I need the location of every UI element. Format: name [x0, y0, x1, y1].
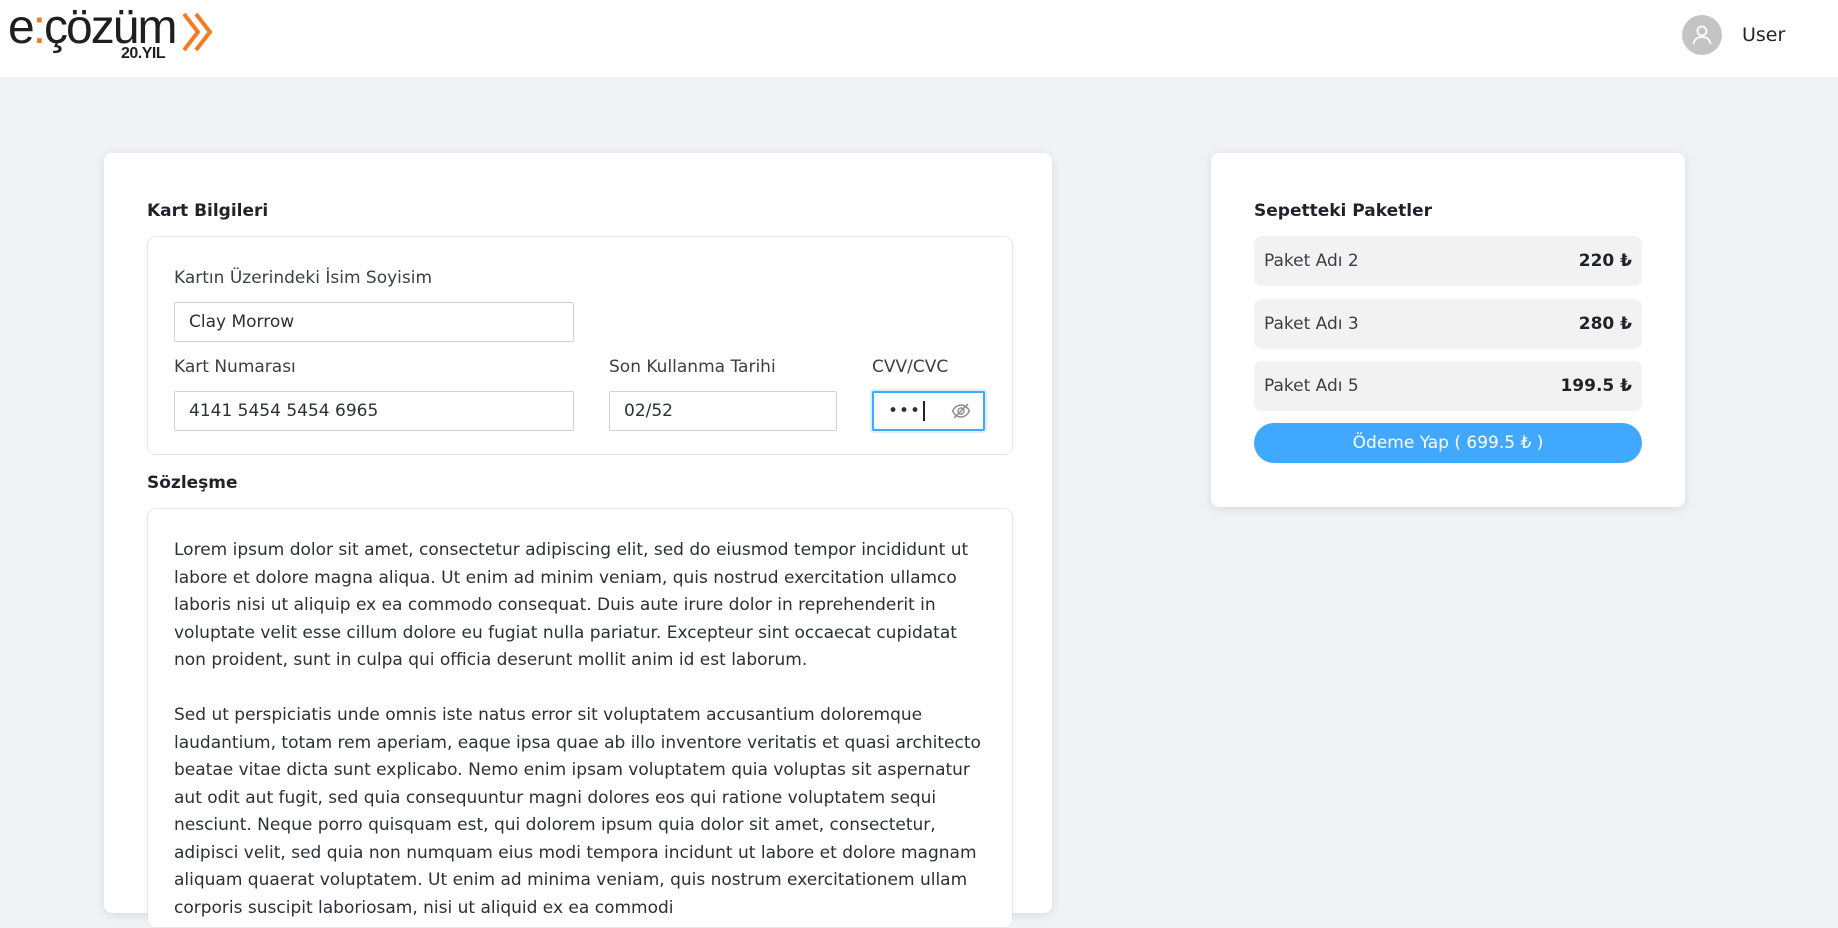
cardholder-name-value: Clay Morrow	[189, 312, 295, 332]
agreement-text: Lorem ipsum dolor sit amet, consectetur …	[174, 537, 994, 927]
cvv-masked-value: •••	[888, 401, 922, 421]
package-price: 280 ₺	[1578, 314, 1632, 334]
agreement-paragraph: Sed ut perspiciatis unde omnis iste natu…	[174, 705, 981, 918]
card-info-box: Kartın Üzerindeki İsim Soyisim Clay Morr…	[147, 236, 1013, 455]
agreement-paragraph: Lorem ipsum dolor sit amet, consectetur …	[174, 540, 969, 670]
pay-button[interactable]: Ödeme Yap ( 699.5 ₺ )	[1254, 423, 1642, 463]
user-menu[interactable]: User	[1682, 15, 1785, 55]
card-number-input[interactable]: 4141 5454 5454 6965	[174, 391, 574, 431]
cart-title: Sepetteki Paketler	[1254, 201, 1433, 221]
package-price: 220 ₺	[1578, 251, 1632, 271]
chevrons-right-icon	[182, 12, 213, 52]
agreement-title: Sözleşme	[147, 473, 238, 493]
cardholder-name-input[interactable]: Clay Morrow	[174, 302, 574, 342]
cart-package-item: Paket Adı 5 199.5 ₺	[1254, 361, 1642, 411]
card-number-value: 4141 5454 5454 6965	[189, 401, 379, 421]
avatar[interactable]	[1682, 15, 1722, 55]
card-number-label: Kart Numarası	[174, 357, 296, 377]
user-name[interactable]: User	[1742, 24, 1785, 46]
user-icon	[1692, 25, 1712, 45]
cvv-label: CVV/CVC	[872, 357, 949, 377]
expiry-date-value: 02/52	[624, 401, 673, 421]
card-info-title: Kart Bilgileri	[147, 201, 269, 221]
expiry-date-label: Son Kullanma Tarihi	[609, 357, 776, 377]
eye-off-icon[interactable]	[951, 402, 971, 420]
agreement-box[interactable]: Lorem ipsum dolor sit amet, consectetur …	[147, 508, 1013, 928]
top-bar: e:çözüm 20.YIL User	[0, 0, 1838, 77]
cardholder-name-label: Kartın Üzerindeki İsim Soyisim	[174, 268, 433, 288]
package-name: Paket Adı 3	[1264, 314, 1359, 334]
package-name: Paket Adı 5	[1264, 376, 1359, 396]
payment-form-card: Kart Bilgileri Kartın Üzerindeki İsim So…	[104, 153, 1052, 928]
expiry-date-input[interactable]: 02/52	[609, 391, 837, 431]
brand-logo[interactable]: e:çözüm 20.YIL	[8, 2, 213, 64]
text-caret	[923, 401, 926, 421]
cart-package-item: Paket Adı 2 220 ₺	[1254, 236, 1642, 286]
logo-anniversary-text: 20.YIL	[121, 45, 166, 62]
package-name: Paket Adı 2	[1264, 251, 1359, 271]
cart-card: Sepetteki Paketler Paket Adı 2 220 ₺ Pak…	[1211, 153, 1685, 507]
cvv-input[interactable]: •••	[872, 391, 985, 431]
package-price: 199.5 ₺	[1560, 376, 1632, 396]
cart-package-item: Paket Adı 3 280 ₺	[1254, 299, 1642, 349]
